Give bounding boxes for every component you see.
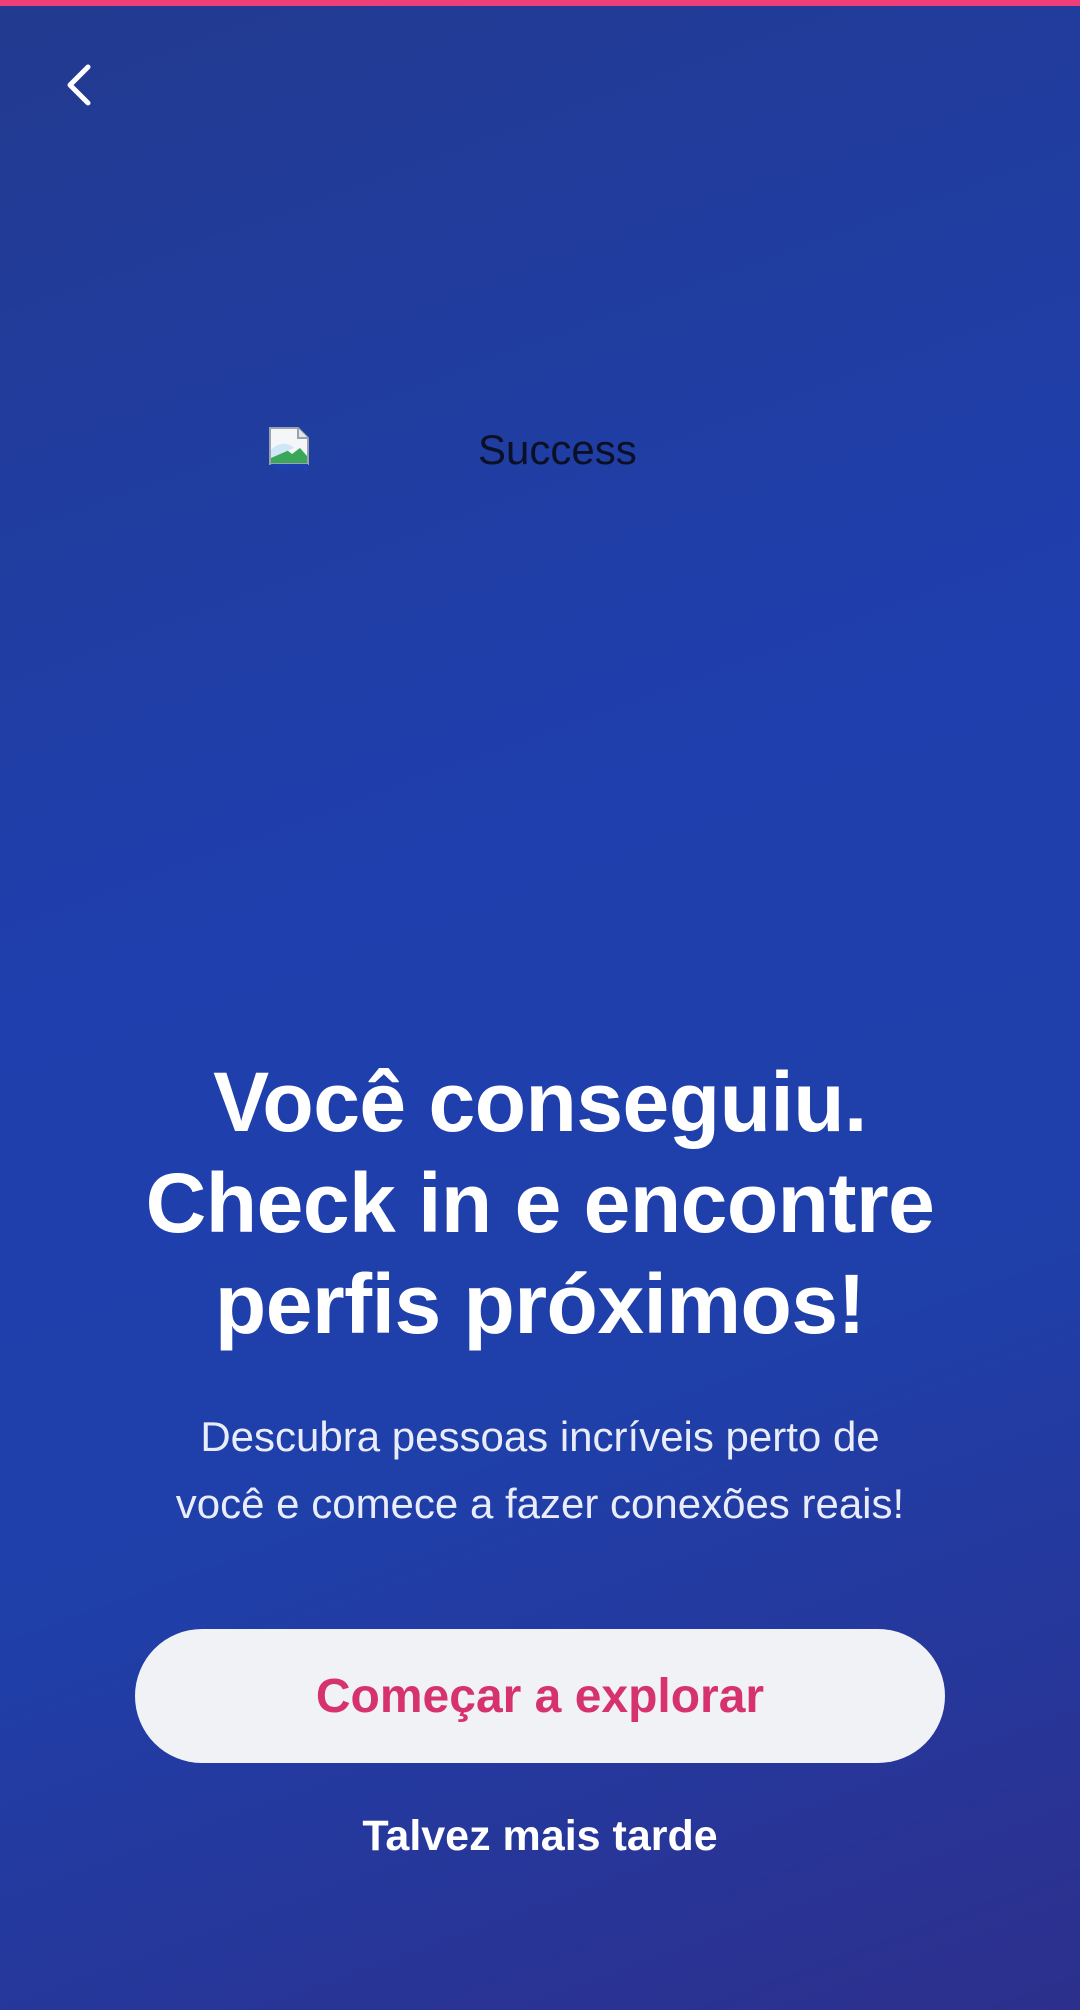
broken-image-icon (269, 427, 309, 472)
subtitle-line-2: você e comece a fazer conexões reais! (175, 1480, 905, 1527)
back-button[interactable] (44, 44, 116, 126)
headline-line-3: perfis próximos! (214, 1257, 866, 1351)
success-screen: Success Você conseguiu. Check in e encon… (0, 0, 1080, 2010)
headline: Você conseguiu. Check in e encontre perf… (90, 1052, 990, 1355)
subtitle: Descubra pessoas incríveis perto de você… (120, 1403, 960, 1537)
chevron-left-icon (67, 64, 91, 106)
start-exploring-button[interactable]: Começar a explorar (135, 1629, 945, 1763)
top-accent-bar (0, 0, 1080, 6)
maybe-later-link[interactable]: Talvez mais tarde (0, 1812, 1080, 1861)
headline-line-2: Check in e encontre (145, 1156, 935, 1250)
success-image-alt-text: Success (478, 426, 637, 473)
subtitle-line-1: Descubra pessoas incríveis perto de (200, 1413, 880, 1460)
success-image: Success (268, 420, 708, 480)
headline-line-1: Você conseguiu. (213, 1055, 867, 1149)
